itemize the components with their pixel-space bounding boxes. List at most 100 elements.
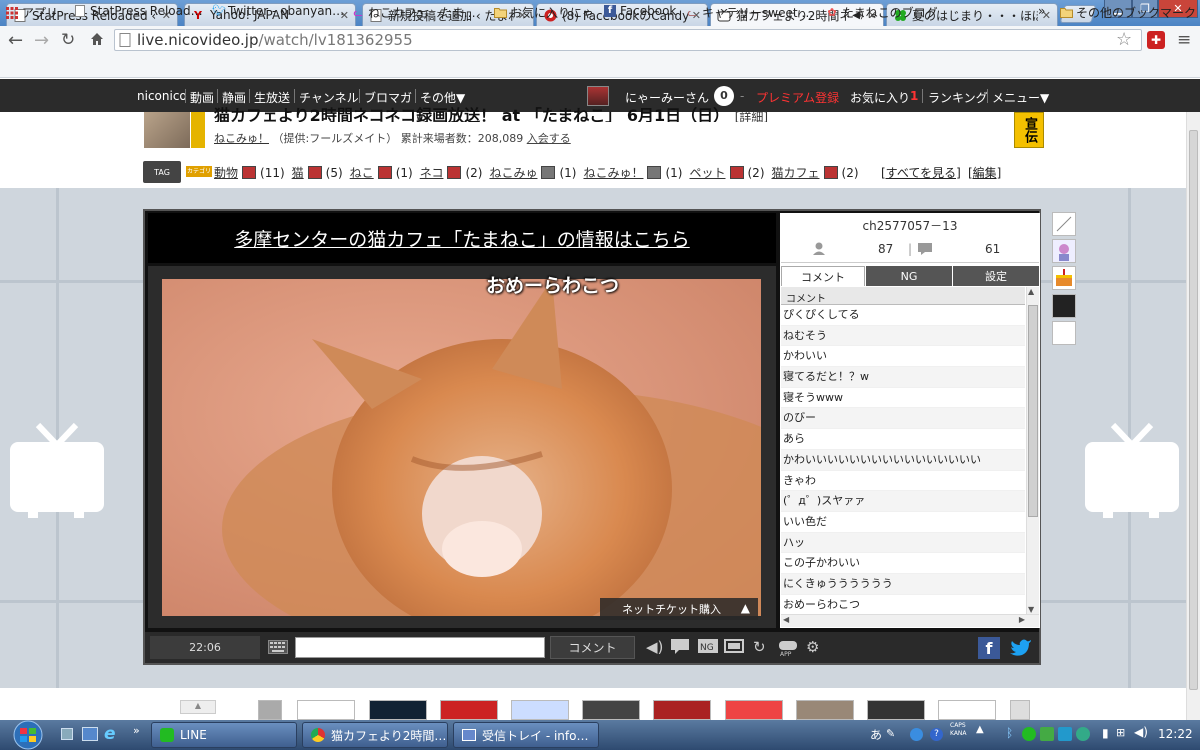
thumbnail[interactable] <box>725 700 783 720</box>
comment-row[interactable]: 寝そうwww <box>781 387 1025 409</box>
nav-niconico[interactable]: niconico <box>137 89 187 103</box>
ad-button[interactable]: 宣伝 <box>1014 112 1044 148</box>
volume-icon[interactable]: ◀) <box>646 638 663 656</box>
volume-tray-icon[interactable]: ◀) <box>1134 725 1148 739</box>
bookmark-facebook[interactable]: f Facebook <box>604 4 676 18</box>
star-icon[interactable]: ☆ <box>1116 29 1132 50</box>
nav-douga[interactable]: 動画 <box>190 89 214 106</box>
nav-others-menu[interactable]: その他▼ <box>420 89 465 106</box>
security-icon[interactable] <box>1040 727 1054 741</box>
extension-icon[interactable]: ✚ <box>1147 31 1165 49</box>
tool-icon[interactable]: ✎ <box>886 727 895 740</box>
scroll-down-icon[interactable]: ▼ <box>1028 605 1034 614</box>
tab-ng[interactable]: NG <box>866 266 952 286</box>
thumbnail[interactable] <box>796 700 854 720</box>
side-light-theme-button[interactable] <box>1052 321 1076 345</box>
scroll-up-icon[interactable]: ▲ <box>1028 287 1034 296</box>
dictionary-icon[interactable] <box>447 166 462 179</box>
line-tray-icon[interactable] <box>1022 727 1036 741</box>
comment-toggle-icon[interactable] <box>671 638 689 658</box>
settings-gear-icon[interactable]: ⚙ <box>806 638 819 656</box>
thumbnail[interactable] <box>938 700 996 720</box>
shield-icon[interactable] <box>1058 727 1072 741</box>
tv-right-icon[interactable] <box>1083 420 1181 523</box>
info-banner-link[interactable]: 多摩センターの猫カフェ「たまねこ」の情報はこちら <box>148 213 776 263</box>
tag-link[interactable]: ペット <box>689 164 725 181</box>
keyboard-icon[interactable] <box>268 640 288 658</box>
show-desktop-icon[interactable] <box>61 728 73 740</box>
dictionary-icon[interactable] <box>823 166 838 179</box>
comment-row[interactable]: のびー <box>781 408 1025 430</box>
tag-link[interactable]: ネコ <box>420 164 444 181</box>
comment-submit-button[interactable]: コメント <box>550 636 635 659</box>
comment-input[interactable] <box>295 637 545 658</box>
comment-row[interactable]: かわいいいいいいいいいいいいいいいい <box>781 449 1025 471</box>
edit-tags-link[interactable]: [編集] <box>968 164 1001 181</box>
nav-live[interactable]: 生放送 <box>254 89 290 106</box>
ticket-purchase-button[interactable]: ネットチケット購入 ▲ <box>600 598 758 620</box>
explorer-icon[interactable] <box>82 727 98 741</box>
comment-row[interactable]: ぴくぴくしてる <box>781 305 1025 326</box>
nav-channel[interactable]: チャンネル <box>299 89 359 106</box>
bookmark-cattery[interactable]: ᓚ キャテリーsweet … <box>686 4 813 21</box>
scroll-up-button[interactable]: ▲ <box>180 700 216 714</box>
comment-list[interactable]: ぴくぴくしてる ねむそう かわいい 寝てるだと！？w 寝そうwww のびー あら かわいいいい… <box>781 305 1025 614</box>
side-character-icon[interactable] <box>1052 239 1076 263</box>
ime-indicator[interactable]: あ <box>870 726 882 743</box>
thumbnail[interactable] <box>1010 700 1030 720</box>
comment-row[interactable]: ねむそう <box>781 325 1025 347</box>
dictionary-icon[interactable] <box>377 166 392 179</box>
favorites-link[interactable]: お気に入り <box>850 89 910 106</box>
dictionary-icon[interactable] <box>307 166 322 179</box>
scroll-left-icon[interactable]: ◀ <box>783 615 789 624</box>
battery-icon[interactable]: ▮ <box>1102 726 1109 740</box>
thumbnail[interactable] <box>258 700 282 720</box>
comment-row[interactable]: にくきゅうううううう <box>781 573 1025 595</box>
dictionary-icon[interactable] <box>541 166 556 179</box>
ranking-link[interactable]: ランキング <box>928 89 988 106</box>
menu-dropdown[interactable]: メニュー▼ <box>992 89 1049 106</box>
language-bar-icon[interactable] <box>910 728 923 741</box>
comment-row[interactable]: (゜д゜)スヤァァ <box>781 491 1025 512</box>
more-chevron-icon[interactable]: » <box>133 724 140 737</box>
facebook-share-icon[interactable]: f <box>978 637 1000 659</box>
comment-row[interactable]: かわいい <box>781 346 1025 368</box>
reload-icon[interactable]: ↻ <box>753 638 766 656</box>
reload-icon[interactable]: ↻ <box>61 30 75 50</box>
update-icon[interactable] <box>1076 727 1090 741</box>
bookmark-twitter[interactable]: 🐦︎ Twitter - obanyan… <box>212 4 344 18</box>
nav-blomaga[interactable]: ブロマガ <box>364 89 412 106</box>
bookmark-statpress[interactable]: StatPress Reload… <box>74 4 203 18</box>
task-line[interactable]: LINE <box>151 722 297 748</box>
menu-icon[interactable]: ≡ <box>1177 30 1191 50</box>
url-bar[interactable]: live.nicovideo.jp/watch/lv181362955 <box>114 29 1142 51</box>
task-chrome[interactable]: 猫カフェより2時間… <box>302 722 448 748</box>
tab-settings[interactable]: 設定 <box>953 266 1039 286</box>
bookmark-other[interactable]: その他のブックマーク <box>1060 4 1196 21</box>
thumbnail[interactable] <box>297 700 355 720</box>
comment-scrollbar[interactable]: ▲ ▼ <box>1026 287 1039 614</box>
tv-left-icon[interactable] <box>8 420 106 523</box>
tag-link[interactable]: ねこ <box>350 164 374 181</box>
community-link[interactable]: ねこみゅ！ <box>214 132 269 145</box>
join-link[interactable]: 入会する <box>527 132 571 145</box>
help-icon[interactable]: ? <box>930 728 943 741</box>
side-dark-theme-button[interactable] <box>1052 294 1076 318</box>
ng-icon[interactable]: NG <box>698 638 718 658</box>
thumbnail[interactable] <box>369 700 427 720</box>
bookmark-tamaneko-blog[interactable]: ✿ たまねこのブログ <box>826 4 937 21</box>
page-scrollbar[interactable] <box>1186 112 1200 720</box>
detail-link[interactable]: [詳細] <box>735 110 768 122</box>
thumbnail[interactable] <box>511 700 569 720</box>
network-icon[interactable]: ⊞ <box>1116 726 1125 739</box>
comment-row[interactable]: あら <box>781 429 1025 450</box>
premium-link[interactable]: プレミアム登録 <box>756 89 839 106</box>
task-mail[interactable]: 受信トレイ - info… <box>453 722 599 748</box>
home-icon[interactable] <box>89 31 105 50</box>
nav-seiga[interactable]: 静画 <box>222 89 246 106</box>
comment-row[interactable]: いい色だ <box>781 511 1025 533</box>
thumbnail[interactable] <box>653 700 711 720</box>
start-button[interactable] <box>8 720 48 750</box>
bookmarks-more-chevron[interactable]: » <box>1038 4 1045 18</box>
scrollbar-thumb[interactable] <box>1189 130 1198 690</box>
